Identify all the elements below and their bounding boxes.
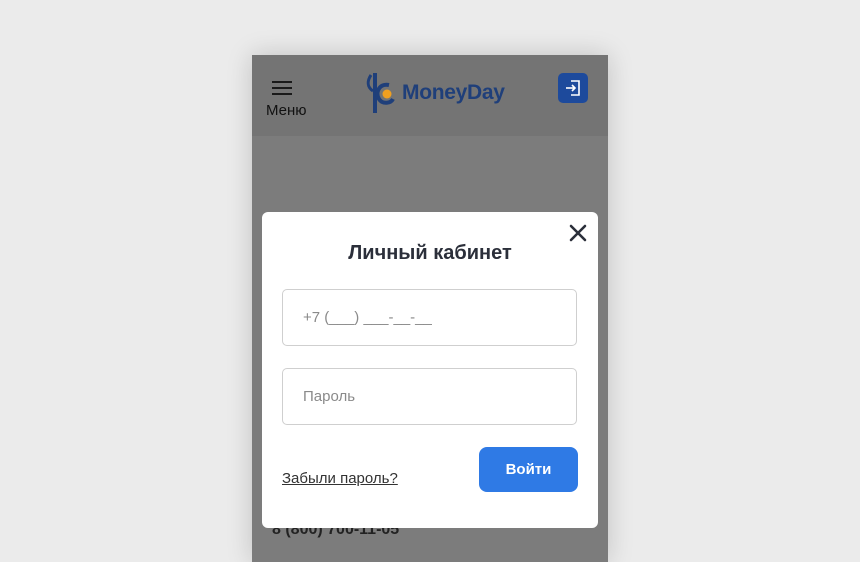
menu-button[interactable]: Меню [266, 77, 326, 123]
logo-mark-icon [366, 73, 395, 113]
login-button[interactable] [558, 73, 588, 103]
modal-title: Личный кабинет [348, 242, 512, 264]
phone-field [282, 289, 577, 346]
login-modal: Личный кабинет Забыли пароль? Войти [262, 212, 598, 528]
hamburger-icon [272, 81, 292, 95]
login-icon [566, 80, 580, 96]
brand-logo[interactable]: MoneyDay [365, 71, 505, 117]
menu-label: Меню [266, 102, 307, 119]
brand-name: MoneyDay [402, 81, 505, 104]
site-header: Меню MoneyDay [252, 55, 608, 136]
close-button[interactable] [567, 222, 589, 244]
phone-input[interactable] [283, 290, 576, 345]
login-submit-button[interactable]: Войти [479, 447, 578, 492]
password-input[interactable] [283, 369, 576, 424]
close-icon [569, 224, 587, 242]
password-field [282, 368, 577, 425]
forgot-password-link[interactable]: Забыли пароль? [282, 470, 398, 487]
